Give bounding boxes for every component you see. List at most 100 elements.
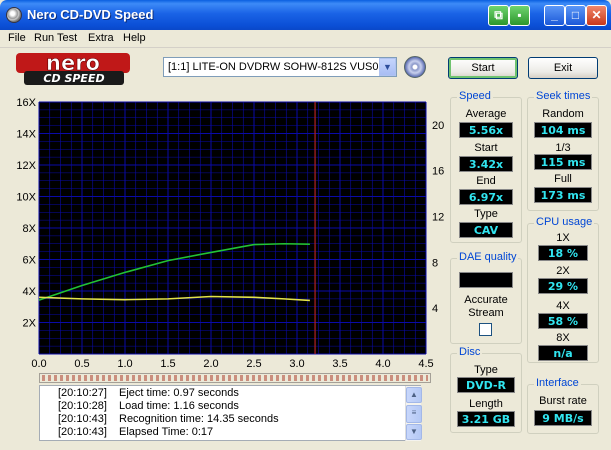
speed-chart: 2X 4X 6X 8X 10X 12X 14X 16X 4 8 12 16 20 0.0 0.5 1.0 1…: [16, 97, 444, 370]
y-tick-label-left: 2X: [23, 318, 37, 330]
menu-bar: File Run Test Extra Help: [0, 30, 611, 48]
menu-help[interactable]: Help: [123, 32, 146, 44]
disc-info-icon[interactable]: [404, 56, 426, 78]
app-disc-icon: [6, 7, 22, 23]
scroll-thumb[interactable]: ≡: [406, 405, 422, 423]
logo-line2: CD SPEED: [43, 72, 104, 85]
log-scrollbar[interactable]: ▲ ≡ ▼: [405, 386, 422, 441]
seek-times-group: Seek times Random 104 ms 1/3 115 ms Full…: [527, 90, 599, 211]
start-label: Start: [474, 142, 498, 154]
x-tick-label: 1.5: [160, 358, 175, 370]
log-item: [20:10:28] Load time: 1.16 seconds: [58, 400, 239, 412]
x-tick-label: 2.0: [203, 358, 218, 370]
full-seek-value: 173 ms: [534, 187, 592, 203]
type-label: Type: [474, 208, 498, 220]
cpu-usage-group: CPU usage 1X 18 % 2X 29 % 4X 58 % 8X n/a: [527, 216, 599, 363]
disc-group-title: Disc: [457, 346, 483, 358]
chevron-down-icon[interactable]: ▼: [379, 58, 396, 76]
log-item: [20:10:43] Elapsed Time: 0:17: [58, 426, 214, 438]
third-label: 1/3: [555, 142, 571, 154]
y-tick-label-left: 14X: [16, 129, 36, 141]
y-tick-label-left: 10X: [16, 192, 36, 204]
end-speed-value: 6.97x: [459, 189, 513, 205]
menu-file[interactable]: File: [8, 32, 26, 44]
progress-fill: [42, 375, 428, 381]
random-seek-value: 104 ms: [534, 122, 592, 138]
cpu-2x-label: 2X: [556, 265, 570, 277]
disc-type-value: DVD-R: [457, 377, 515, 393]
y-axis-right: 4 8 12 16 20: [432, 120, 444, 315]
speed-group-title: Speed: [457, 90, 493, 102]
cpu-8x-value: n/a: [538, 345, 588, 361]
exit-button[interactable]: Exit: [528, 57, 598, 79]
interface-group: Interface Burst rate 9 MB/s: [527, 377, 599, 434]
speed-group: Speed Average 5.56x Start 3.42x End 6.97…: [450, 90, 522, 243]
y-tick-label-left: 8X: [23, 223, 37, 235]
log-item: [20:10:43] Recognition time: 14.35 second…: [58, 413, 279, 425]
y-tick-label-right: 16: [432, 166, 444, 178]
y-axis-left: 2X 4X 6X 8X 10X 12X 14X 16X: [16, 97, 36, 330]
speed-type-value: CAV: [459, 222, 513, 238]
x-tick-label: 0.0: [31, 358, 46, 370]
title-bar[interactable]: Nero CD-DVD Speed ⧉ ▪ _ □ ✕: [0, 0, 611, 30]
drive-select[interactable]: [1:1] LITE-ON DVDRW SOHW-812S VUS0C: [163, 57, 397, 77]
accurate-stream-label-2: Stream: [468, 307, 504, 319]
dae-quality-value: [459, 272, 513, 288]
x-axis: 0.0 0.5 1.0 1.5 2.0 2.5 3.0 3.5 4.0 4.5: [31, 358, 433, 370]
start-speed-value: 3.42x: [459, 156, 513, 172]
log-list[interactable]: [20:10:27] Eject time: 0.97 seconds [20:1…: [39, 385, 421, 441]
cpu-4x-label: 4X: [556, 300, 570, 312]
close-button[interactable]: ✕: [586, 5, 607, 26]
disc-group: Disc Type DVD-R Length 3.21 GB: [450, 346, 522, 433]
third-seek-value: 115 ms: [534, 154, 592, 170]
x-tick-label: 4.5: [418, 358, 433, 370]
accurate-stream-checkbox[interactable]: [479, 323, 492, 336]
cpu-8x-label: 8X: [556, 332, 570, 344]
maximize-button[interactable]: □: [565, 5, 586, 26]
cpu-group-title: CPU usage: [534, 216, 595, 228]
y-tick-label-right: 12: [432, 212, 444, 224]
menu-extra[interactable]: Extra: [88, 32, 114, 44]
disc-length-label: Length: [469, 398, 503, 410]
x-tick-label: 3.0: [289, 358, 304, 370]
burst-rate-label: Burst rate: [539, 395, 587, 407]
y-tick-label-left: 4X: [23, 286, 37, 298]
y-tick-label-right: 20: [432, 120, 444, 132]
minimize-button[interactable]: _: [544, 5, 565, 26]
dae-quality-group: DAE quality Accurate Stream: [450, 251, 522, 344]
save-icon[interactable]: ▪: [509, 5, 530, 26]
y-tick-label-left: 12X: [16, 160, 36, 172]
x-tick-label: 1.0: [117, 358, 132, 370]
menu-run-test[interactable]: Run Test: [34, 32, 77, 44]
x-tick-label: 3.5: [332, 358, 347, 370]
y-tick-label-left: 16X: [16, 97, 36, 109]
disc-length-value: 3.21 GB: [457, 411, 515, 427]
disc-type-label: Type: [474, 364, 498, 376]
x-tick-label: 2.5: [246, 358, 261, 370]
burst-rate-value: 9 MB/s: [534, 410, 592, 426]
interface-group-title: Interface: [534, 377, 581, 389]
cpu-1x-label: 1X: [556, 232, 570, 244]
cpu-4x-value: 58 %: [538, 313, 588, 329]
scroll-up-icon[interactable]: ▲: [406, 387, 422, 403]
start-button[interactable]: Start: [448, 57, 518, 79]
copy-icon[interactable]: ⧉: [488, 5, 509, 26]
log-item: [20:10:27] Eject time: 0.97 seconds: [58, 387, 239, 399]
seek-group-title: Seek times: [534, 90, 593, 102]
window-title: Nero CD-DVD Speed: [27, 7, 154, 22]
full-label: Full: [554, 173, 572, 185]
x-tick-label: 4.0: [375, 358, 390, 370]
cpu-1x-value: 18 %: [538, 245, 588, 261]
scroll-down-icon[interactable]: ▼: [406, 424, 422, 440]
random-label: Random: [542, 108, 584, 120]
average-speed-value: 5.56x: [459, 122, 513, 138]
dae-group-title: DAE quality: [457, 251, 519, 263]
end-label: End: [476, 175, 496, 187]
average-label: Average: [465, 108, 507, 120]
accurate-stream-label-1: Accurate: [464, 294, 508, 306]
cpu-2x-value: 29 %: [538, 278, 588, 294]
y-tick-label-right: 4: [432, 303, 438, 315]
y-tick-label-right: 8: [432, 257, 438, 269]
progress-bar: [39, 373, 431, 383]
x-tick-label: 0.5: [74, 358, 89, 370]
